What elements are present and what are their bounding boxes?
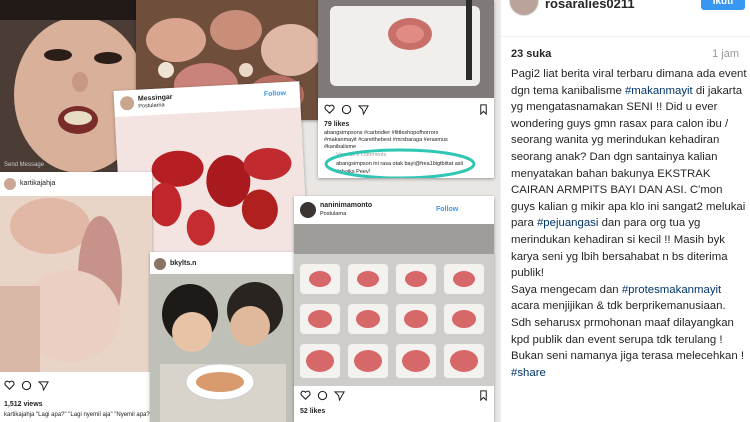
views-count: 1,512 views — [4, 401, 43, 408]
card-username: kartikajahja — [20, 180, 56, 187]
follow-button[interactable]: Ikuti — [701, 0, 745, 10]
heart-icon[interactable] — [324, 104, 335, 115]
comment-icon[interactable] — [341, 104, 352, 115]
post-caption: Pagi2 liat berita viral terbaru dimana a… — [511, 66, 749, 381]
card-location: Postularna — [320, 211, 347, 217]
brain-plate-photo — [318, 0, 494, 98]
card-comment: kartikajahja "Lagi apa?" "Lagi nyemil aj… — [4, 412, 152, 418]
hand-photo-illustration — [0, 196, 152, 372]
card-username: naninimamonto — [320, 202, 373, 209]
highlighted-comment: abangsimpson ini rasa otak bayi@frea1big… — [336, 161, 463, 167]
bookmark-icon[interactable] — [478, 390, 489, 401]
post-card-naninimamonto: naninimamonto Postularna Follow 52 likes — [294, 196, 494, 422]
send-message-label: Send Message — [4, 162, 45, 168]
share-icon[interactable] — [38, 380, 49, 391]
caption-text: acara menjijikan & tdk berprikemanusiaan… — [511, 300, 745, 363]
heart-icon[interactable] — [4, 380, 15, 391]
bookmark-icon[interactable] — [478, 104, 489, 115]
share-icon[interactable] — [358, 104, 369, 115]
action-icons-right-card — [300, 390, 345, 401]
share-icon[interactable] — [334, 390, 345, 401]
caption-text: di jakarta yg mengatasnamakan SENI !! Di… — [511, 84, 746, 230]
likes-count: 79 likes — [324, 121, 350, 128]
hashtag-link[interactable]: #share — [511, 367, 546, 379]
action-icons-top-right — [324, 104, 369, 115]
hashtag-link[interactable]: #protesmakanmayit — [622, 284, 721, 296]
likes-count[interactable]: 23 suka — [511, 48, 551, 60]
avatar — [4, 178, 16, 190]
brain-rows-illustration — [294, 224, 494, 386]
hashtag-link[interactable]: #makanmayit — [625, 85, 693, 97]
people-photo-illustration — [150, 274, 296, 422]
comment-icon[interactable] — [317, 390, 328, 401]
comment-icon[interactable] — [21, 380, 32, 391]
avatar[interactable] — [509, 0, 539, 16]
avatar — [119, 95, 135, 111]
card-username: bkylts.n — [170, 260, 197, 267]
caption-line: #makanmayit #careithebest #mrsbaraga #er… — [324, 137, 448, 143]
caption-line: #kanibalisme — [324, 144, 357, 150]
hashtag-link[interactable]: #pejuangasi — [537, 217, 598, 229]
card-follow-link[interactable]: Follow — [264, 90, 287, 98]
caption-line: abangsimpsons #carbodier #littleshopofho… — [324, 130, 439, 136]
post-card-bkylts: bkylts.n — [150, 252, 296, 422]
post-card-kartikajahja: kartikajahja 1,512 views kartikajahja "L… — [0, 172, 152, 422]
action-icons-bottom-left — [4, 380, 49, 391]
post-header: rosaralies0211 Ikuti — [501, 0, 750, 37]
brain-plate-illustration — [318, 0, 494, 98]
avatar — [300, 202, 316, 218]
reply-comment: #chaiks Peev! — [336, 169, 371, 175]
card-follow-link[interactable]: Follow — [436, 206, 458, 213]
post-timestamp: 1 jam — [712, 48, 739, 60]
card-location: Postularna — [138, 102, 165, 110]
post-detail-panel: rosaralies0211 Ikuti 23 suka 1 jam Pagi2… — [500, 0, 750, 422]
post-image-collage[interactable]: Send Message 79 likes abangsimpsons #car… — [0, 0, 500, 422]
card-username: Messingar — [137, 93, 173, 103]
heart-icon[interactable] — [300, 390, 311, 401]
view-comments-link[interactable]: View all 6 comments — [336, 152, 386, 158]
post-username[interactable]: rosaralies0211 — [545, 0, 635, 11]
avatar — [154, 258, 166, 270]
post-card-top-right: 79 likes abangsimpsons #carbodier #littl… — [318, 0, 494, 178]
likes-count: 52 likes — [300, 408, 326, 415]
